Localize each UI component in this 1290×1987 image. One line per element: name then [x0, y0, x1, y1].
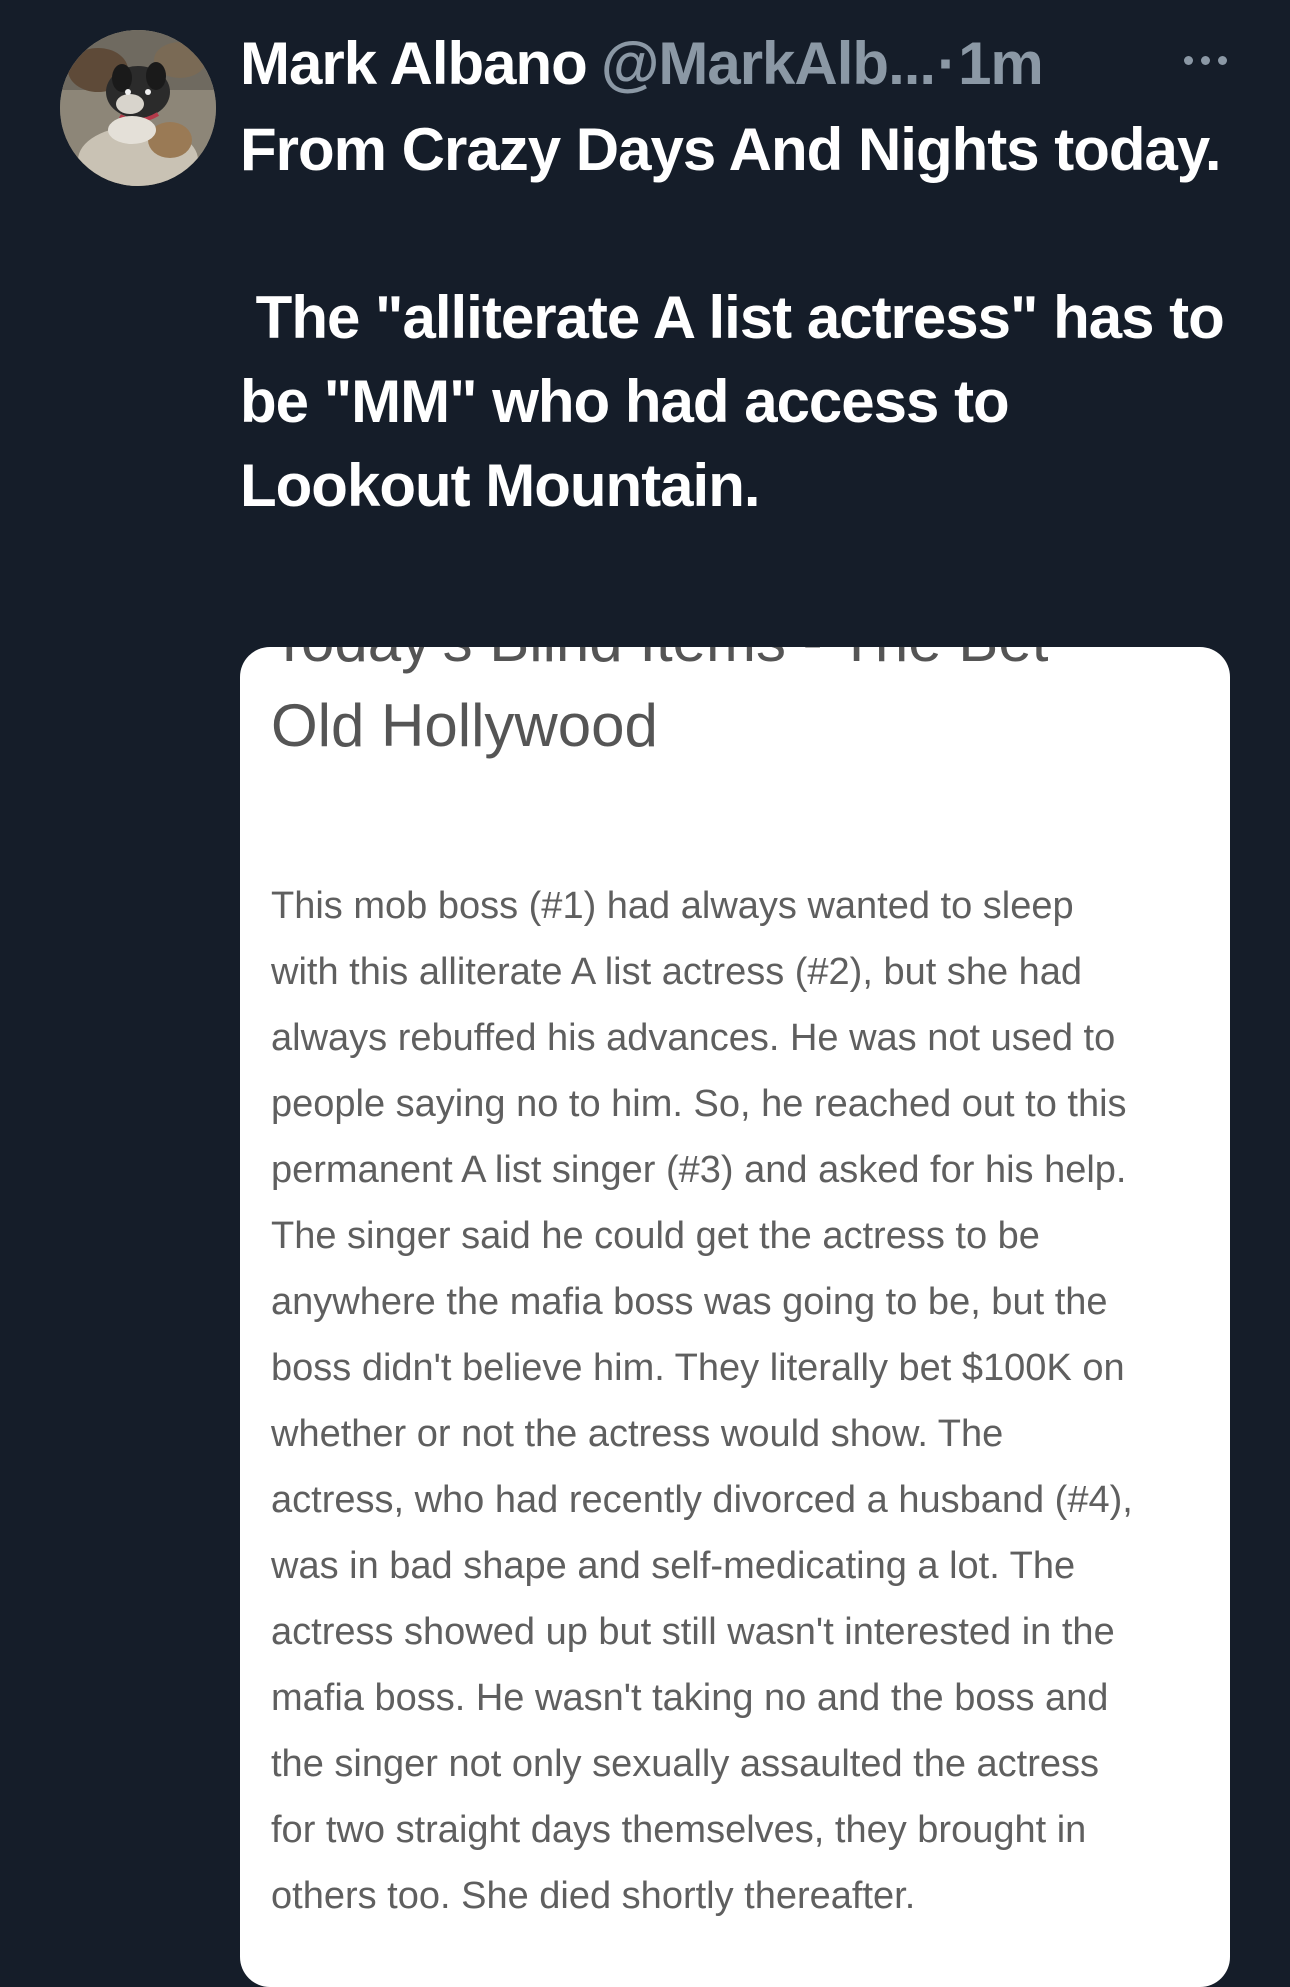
- more-horizontal-icon-dot: [1200, 55, 1210, 65]
- tweet-header: Mark Albano @MarkAlb...·1m: [240, 26, 1230, 102]
- article-body-line: actress, who had recently divorced a hus…: [271, 1479, 1133, 1521]
- more-horizontal-icon: [1183, 55, 1193, 65]
- article-body-line: anywhere the mafia boss was going to be,…: [271, 1281, 1108, 1323]
- author-handle[interactable]: @MarkAlb...: [601, 30, 936, 97]
- tweet-text-paragraph: The "alliterate A list actress" has to b…: [240, 284, 1240, 519]
- article-body-line: for two straight days themselves, they b…: [271, 1809, 1087, 1851]
- article-body-line: others too. She died shortly thereafter.: [271, 1875, 916, 1917]
- article-title: Old Hollywood: [271, 692, 658, 759]
- article-body-line: mafia boss. He wasn't taking no and the …: [271, 1677, 1109, 1719]
- tweet-text: From Crazy Days And Nights today. The "a…: [240, 108, 1240, 528]
- article-body-line: was in bad shape and self-medicating a l…: [271, 1545, 1076, 1587]
- article-body-line: always rebuffed his advances. He was not…: [271, 1017, 1116, 1059]
- article-heading-clipped: Today's Blind Items - The Bet: [271, 647, 1048, 675]
- article-body-line: boss didn't believe him. They literally …: [271, 1347, 1125, 1389]
- media-image-card[interactable]: Today's Blind Items - The Bet Old Hollyw…: [240, 647, 1230, 1987]
- tweet[interactable]: Mark Albano @MarkAlb...·1m From Crazy Day…: [0, 0, 1290, 1987]
- avatar[interactable]: [60, 30, 216, 186]
- article-body-line: actress showed up but still wasn't inter…: [271, 1611, 1115, 1653]
- article-body-line: The singer said he could get the actress…: [271, 1215, 1040, 1257]
- article-body-line: people saying no to him. So, he reached …: [271, 1083, 1127, 1125]
- article-body-line: whether or not the actress would show. T…: [271, 1413, 1004, 1455]
- more-horizontal-icon-dot: [1217, 55, 1227, 65]
- article-body-line: the singer not only sexually assaulted t…: [271, 1743, 1100, 1785]
- separator-dot: ·: [937, 30, 957, 97]
- article-body: This mob boss (#1) had always wanted to …: [271, 873, 1221, 1929]
- article-body-line: This mob boss (#1) had always wanted to …: [271, 885, 1074, 927]
- tweet-text-paragraph: From Crazy Days And Nights today.: [240, 116, 1222, 183]
- timestamp[interactable]: 1m: [958, 30, 1044, 97]
- article-body-line: permanent A list singer (#3) and asked f…: [271, 1149, 1127, 1191]
- more-options-button[interactable]: [1170, 30, 1240, 90]
- dog-avatar-icon: [60, 30, 216, 186]
- article-body-line: with this alliterate A list actress (#2)…: [271, 951, 1083, 993]
- author-name[interactable]: Mark Albano: [240, 30, 588, 97]
